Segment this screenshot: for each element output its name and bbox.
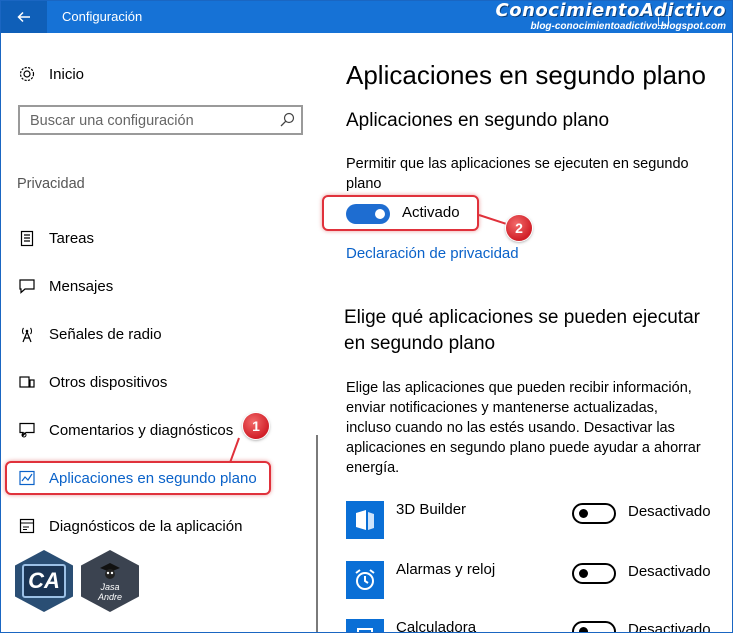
app-name: Alarmas y reloj [396, 561, 496, 578]
section-title: Aplicaciones en segundo plano [346, 110, 610, 131]
sidebar-scrollbar[interactable] [316, 435, 318, 632]
jasa-logo-line1: Jasa [100, 582, 120, 592]
choose-apps-description: Elige las aplicaciones que pueden recibi… [346, 380, 701, 476]
app-toggle-state: Desactivado [628, 503, 711, 520]
nav-home[interactable]: Inicio [17, 64, 84, 84]
annotation-highlight-1 [5, 461, 271, 495]
sidebar-item-otros-dispositivos[interactable]: Otros dispositivos [17, 372, 167, 392]
page-title: Aplicaciones en segundo plano [346, 60, 706, 90]
watermark-brand: ConocimientoAdictivo blog-conocimientoad… [496, 1, 727, 32]
app-toggle-state: Desactivado [628, 563, 711, 580]
annotation-connector-1 [229, 437, 240, 463]
sidebar-item-label: Mensajes [49, 277, 114, 295]
back-arrow-icon [17, 11, 30, 23]
main-panel: Aplicaciones en segundo plano Aplicacion… [319, 33, 732, 633]
search-box [18, 105, 303, 135]
sidebar: Inicio Privacidad Tareas Mensajes Señale… [1, 33, 319, 632]
background-apps-toggle[interactable] [346, 204, 390, 224]
mascot-icon [100, 563, 120, 579]
nav-home-label: Inicio [49, 65, 85, 83]
devices-icon [17, 372, 37, 392]
toggle-state-label: Activado [402, 204, 460, 221]
clipboard-icon [17, 228, 37, 248]
sidebar-item-label: Tareas [49, 229, 95, 247]
app-toggle-state: Desactivado [628, 621, 711, 633]
ca-logo: CA [15, 550, 73, 612]
app-toggle-3d-builder[interactable] [572, 503, 616, 524]
sidebar-item-comentarios[interactable]: Comentarios y diagnósticos [17, 420, 233, 440]
app-row-calculadora: Calculadora Desactivado [346, 619, 726, 633]
title-bar: Configuración ConocimientoAdictivo blog-… [1, 1, 732, 33]
toggle-knob [375, 209, 385, 219]
alarm-clock-icon [346, 561, 384, 599]
app-name: Calculadora [396, 619, 477, 633]
search-icon[interactable] [279, 112, 295, 128]
privacy-statement-link[interactable]: Declaración de privacidad [346, 245, 519, 262]
ca-logo-text: CA [22, 564, 66, 598]
sidebar-item-diagnosticos-app[interactable]: Diagnósticos de la aplicación [17, 516, 242, 536]
app-toggle-calculadora[interactable] [572, 621, 616, 632]
allow-background-description: Permitir que las aplicaciones se ejecute… [346, 156, 689, 192]
app-row-alarmas: Alarmas y reloj Desactivado [346, 561, 726, 603]
sidebar-item-label: Diagnósticos de la aplicación [49, 517, 243, 535]
sidebar-item-mensajes[interactable]: Mensajes [17, 276, 113, 296]
section-label-privacy: Privacidad [17, 176, 85, 192]
3d-builder-icon [346, 501, 384, 539]
toggle-knob [579, 627, 588, 632]
jasa-andre-logo: Jasa Andre [81, 550, 139, 612]
back-button[interactable] [1, 1, 47, 33]
sidebar-item-label: Comentarios y diagnósticos [49, 421, 234, 439]
radio-tower-icon [17, 324, 37, 344]
sidebar-item-label: Otros dispositivos [49, 373, 168, 391]
toggle-knob [579, 509, 588, 518]
app-row-3d-builder: 3D Builder Desactivado [346, 501, 726, 543]
feedback-icon [17, 420, 37, 440]
settings-window: Configuración ConocimientoAdictivo blog-… [0, 0, 733, 633]
app-toggle-alarmas[interactable] [572, 563, 616, 584]
annotation-badge-2: 2 [506, 215, 532, 241]
sidebar-item-senales-radio[interactable]: Señales de radio [17, 324, 162, 344]
choose-apps-title: Elige qué aplicaciones se pueden ejecuta… [344, 307, 700, 354]
sidebar-item-tareas[interactable]: Tareas [17, 228, 94, 248]
app-name: 3D Builder [396, 501, 467, 518]
annotation-badge-1: 1 [243, 413, 269, 439]
brand-url: blog-conocimientoadictivo.blogspot.com [530, 21, 726, 32]
brand-name: ConocimientoAdictivo [495, 0, 726, 21]
search-input[interactable] [20, 107, 282, 135]
app-diagnostics-icon [17, 516, 37, 536]
jasa-logo-line2: Andre [97, 592, 123, 602]
calculator-icon [346, 619, 384, 632]
annotation-connector-2 [478, 214, 506, 225]
gear-icon [17, 64, 37, 84]
chat-icon [17, 276, 37, 296]
window-title: Configuración [62, 9, 143, 24]
toggle-knob [579, 569, 588, 578]
sidebar-item-label: Señales de radio [49, 325, 162, 343]
